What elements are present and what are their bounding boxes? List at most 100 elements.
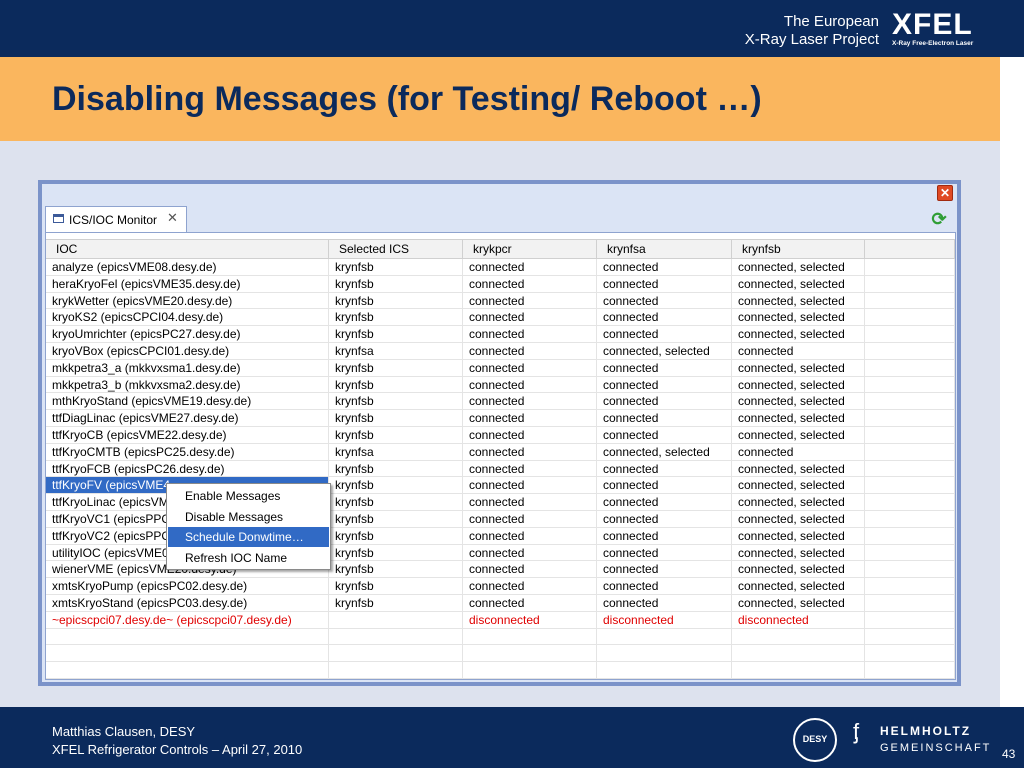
context-menu-item[interactable]: Disable Messages <box>168 507 329 527</box>
table-row[interactable]: mthKryoStand (epicsVME19.desy.de) krynfsb… <box>46 393 955 411</box>
context-menu-item[interactable]: Schedule Donwtime… <box>168 527 329 547</box>
table-cell <box>46 662 329 679</box>
table-cell: connected, selected <box>732 376 865 393</box>
table-cell <box>865 376 955 393</box>
table-cell: mkkpetra3_a (mkkvxsma1.desy.de) <box>46 359 329 376</box>
table-cell: disconnected <box>732 611 865 628</box>
table-cell <box>46 628 329 645</box>
table-cell <box>865 611 955 628</box>
table-cell: disconnected <box>463 611 597 628</box>
context-menu-item[interactable]: Refresh IOC Name <box>168 548 329 568</box>
context-menu: Enable Messages Disable Messages Schedule … <box>166 483 331 570</box>
table-cell: connected, selected <box>732 544 865 561</box>
table-cell <box>463 628 597 645</box>
table-cell: connected <box>463 510 597 527</box>
refresh-icon[interactable]: ⟳ <box>929 209 949 229</box>
table-cell: connected <box>597 259 732 275</box>
table-cell <box>865 410 955 427</box>
table-cell: connected <box>463 292 597 309</box>
footer-author: Matthias Clausen, DESY <box>52 724 196 739</box>
table-cell <box>865 477 955 494</box>
table-row[interactable]: analyze (epicsVME08.desy.de) krynfsb conne… <box>46 259 955 276</box>
table-row[interactable] <box>46 662 955 679</box>
table-cell: krynfsb <box>329 578 463 595</box>
table-cell: connected <box>597 376 732 393</box>
table-cell <box>865 259 955 275</box>
table-cell: krynfsb <box>329 309 463 326</box>
table-cell: connected, selected <box>597 342 732 359</box>
table-row[interactable]: ~epicscpci07.desy.de~ (epicscpci07.desy.… <box>46 611 955 629</box>
table-cell: connected, selected <box>732 292 865 309</box>
table-row[interactable]: mkkpetra3_b (mkkvxsma2.desy.de) krynfsb co… <box>46 376 955 394</box>
table-cell <box>865 426 955 443</box>
table-row[interactable]: kryoUmrichter (epicsPC27.desy.de) krynfsb… <box>46 326 955 343</box>
content-margin <box>1000 141 1024 707</box>
table-cell: connected <box>463 309 597 326</box>
table-cell <box>732 628 865 645</box>
table-cell: connected <box>597 494 732 511</box>
tab-ics-ioc-monitor[interactable]: ICS/IOC Monitor ✕ <box>45 206 187 232</box>
column-header-ioc[interactable]: IOC <box>46 240 329 258</box>
table-cell: connected, selected <box>732 275 865 292</box>
table-cell <box>865 578 955 595</box>
table-cell: krynfsb <box>329 393 463 410</box>
table-row[interactable]: krykWetter (epicsVME20.desy.de) krynfsb co… <box>46 292 955 310</box>
tab-close-icon[interactable]: ✕ <box>167 210 178 226</box>
table-cell: connected <box>597 561 732 578</box>
table-row[interactable]: mkkpetra3_a (mkkvxsma1.desy.de) krynfsb co… <box>46 359 955 377</box>
column-header-krynfsa[interactable]: krynfsa <box>597 240 732 258</box>
table-row[interactable]: ttfKryoFCB (epicsPC26.desy.de) krynfsb con… <box>46 460 955 478</box>
column-header-krykpcr[interactable]: krykpcr <box>463 240 597 258</box>
table-cell: krynfsb <box>329 275 463 292</box>
tab-label: ICS/IOC Monitor <box>69 213 158 227</box>
table-cell: connected <box>463 561 597 578</box>
column-header-selected-ics[interactable]: Selected ICS <box>329 240 463 258</box>
column-header-krynfsb[interactable]: krynfsb <box>732 240 865 258</box>
helmholtz-subtitle: GEMEINSCHAFT <box>880 742 992 754</box>
table-cell: connected <box>597 393 732 410</box>
table-cell: connected <box>597 426 732 443</box>
desy-logo: DESY <box>793 718 837 762</box>
table-row[interactable] <box>46 645 955 663</box>
table-cell: connected <box>463 494 597 511</box>
table-cell <box>597 662 732 679</box>
table-row[interactable]: ttfDiagLinac (epicsVME27.desy.de) krynfsb… <box>46 410 955 427</box>
table-row[interactable]: ttfKryoCB (epicsVME22.desy.de) krynfsb con… <box>46 426 955 444</box>
table-row[interactable]: xmtsKryoPump (epicsPC02.desy.de) krynfsb c… <box>46 578 955 595</box>
table-cell: connected <box>597 460 732 477</box>
table-cell: connected <box>597 359 732 376</box>
table-cell <box>865 460 955 477</box>
table-row[interactable]: kryoKS2 (epicsCPCI04.desy.de) krynfsb conn… <box>46 309 955 327</box>
table-cell: krynfsb <box>329 561 463 578</box>
table-cell: analyze (epicsVME08.desy.de) <box>46 259 329 275</box>
table-cell: connected <box>463 275 597 292</box>
table-cell <box>732 662 865 679</box>
table-cell: connected <box>597 578 732 595</box>
table-row[interactable]: heraKryoFel (epicsVME35.desy.de) krynfsb c… <box>46 275 955 293</box>
view-window-icon <box>53 214 64 223</box>
table-cell <box>865 645 955 662</box>
table-row[interactable] <box>46 628 955 646</box>
table-row[interactable]: xmtsKryoStand (epicsPC03.desy.de) krynfsb… <box>46 594 955 612</box>
table-cell: krynfsb <box>329 527 463 544</box>
ioc-table: IOC Selected ICS krykpcr krynfsa krynfsb… <box>45 232 956 680</box>
page-number: 43 <box>1002 747 1016 761</box>
table-cell: krynfsb <box>329 460 463 477</box>
table-cell: krynfsb <box>329 259 463 275</box>
table-cell: connected <box>463 259 597 275</box>
table-cell: krynfsb <box>329 544 463 561</box>
table-row[interactable]: kryoVBox (epicsCPCI01.desy.de) krynfsa con… <box>46 342 955 360</box>
brand-line-2: X-Ray Laser Project <box>744 31 879 48</box>
table-row[interactable]: ttfKryoCMTB (epicsPC25.desy.de) krynfsa co… <box>46 443 955 461</box>
window-close-icon[interactable]: ✕ <box>937 185 953 201</box>
table-cell: krynfsb <box>329 494 463 511</box>
table-cell: connected <box>463 477 597 494</box>
context-menu-item[interactable]: Enable Messages <box>168 486 329 506</box>
table-cell: connected <box>597 527 732 544</box>
table-cell: connected, selected <box>732 561 865 578</box>
table-cell: ttfKryoCMTB (epicsPC25.desy.de) <box>46 443 329 460</box>
table-cell <box>46 645 329 662</box>
table-cell: krynfsb <box>329 594 463 611</box>
table-cell: connected, selected <box>732 527 865 544</box>
table-cell: connected <box>732 342 865 359</box>
